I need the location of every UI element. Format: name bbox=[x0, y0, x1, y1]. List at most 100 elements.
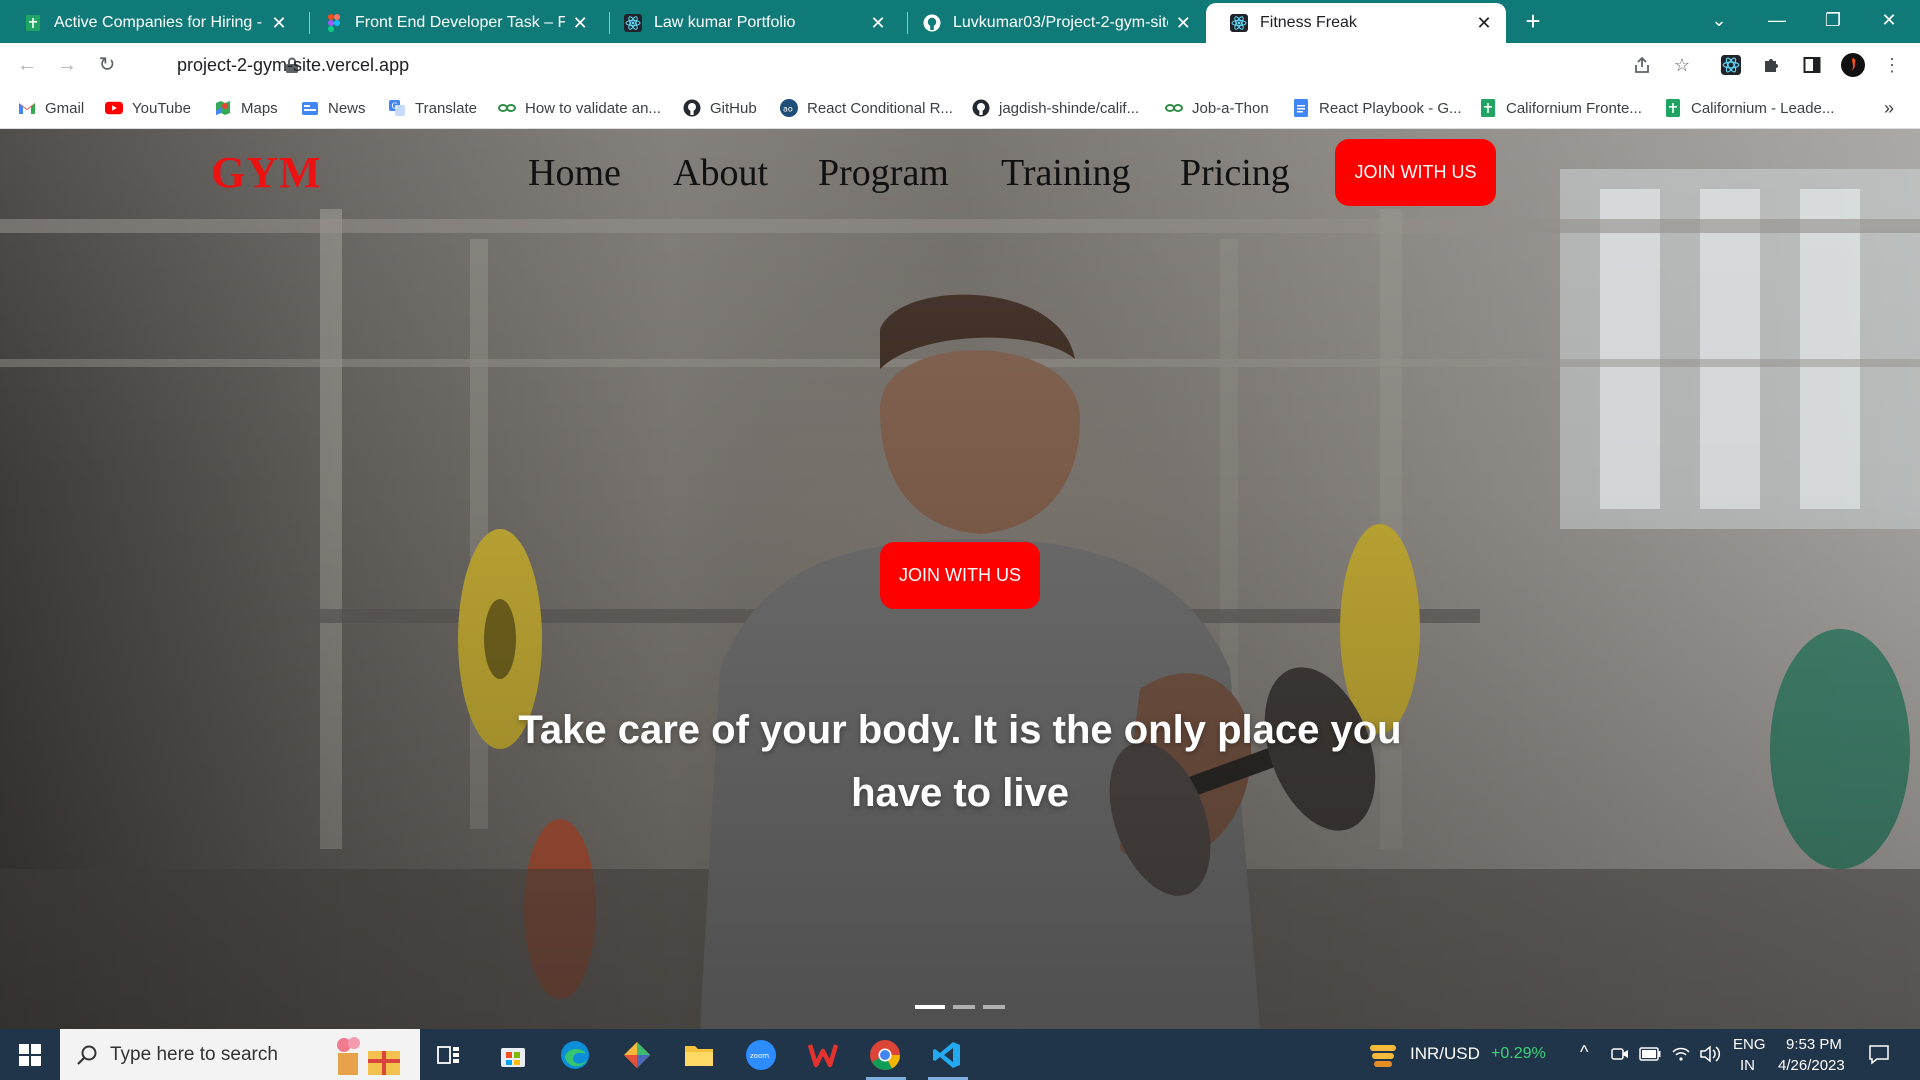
nav-link-training[interactable]: Training bbox=[1001, 151, 1131, 195]
bookmark-youtube[interactable]: YouTube bbox=[105, 97, 191, 119]
join-with-us-nav-button[interactable]: JOIN WITH US bbox=[1335, 139, 1496, 206]
clock-time[interactable]: 9:53 PM bbox=[1786, 1036, 1842, 1053]
tab-active-companies[interactable]: Active Companies for Hiring - Ca ✕ bbox=[0, 3, 300, 43]
side-panel-icon[interactable] bbox=[1800, 53, 1824, 77]
search-icon bbox=[77, 1045, 97, 1065]
hero-section: GYM Home About Program Training Pricing … bbox=[0, 129, 1920, 1029]
tab-search-icon[interactable]: ⌄ bbox=[1696, 0, 1742, 40]
react-devtools-icon[interactable] bbox=[1719, 53, 1743, 77]
share-icon[interactable] bbox=[1630, 53, 1654, 77]
chrome-menu-icon[interactable]: ⋮ bbox=[1880, 53, 1904, 77]
bookmark-jagdish-shinde[interactable]: jagdish-shinde/calif... bbox=[972, 97, 1139, 119]
edge-browser-icon[interactable] bbox=[557, 1037, 593, 1073]
news-icon bbox=[301, 99, 319, 117]
sheets-icon bbox=[1664, 99, 1682, 117]
chrome-icon[interactable] bbox=[867, 1037, 903, 1073]
bookmark-validate[interactable]: How to validate an... bbox=[498, 97, 661, 119]
link-icon bbox=[498, 99, 516, 117]
bookmark-github[interactable]: GitHub bbox=[683, 97, 757, 119]
restore-button[interactable]: ❐ bbox=[1810, 0, 1856, 40]
nav-link-program[interactable]: Program bbox=[818, 151, 949, 195]
bookmark-star-icon[interactable]: ☆ bbox=[1670, 53, 1694, 77]
carousel-dot-1[interactable] bbox=[915, 1005, 945, 1009]
windows-start-button[interactable] bbox=[0, 1029, 60, 1080]
back-button[interactable]: ← bbox=[13, 51, 41, 79]
gmail-icon bbox=[18, 99, 36, 117]
task-view-icon[interactable] bbox=[431, 1037, 467, 1073]
github-icon bbox=[923, 14, 941, 32]
battery-icon[interactable] bbox=[1639, 1047, 1661, 1061]
wifi-icon[interactable] bbox=[1671, 1044, 1691, 1064]
figma-icon bbox=[325, 14, 343, 32]
close-tab-icon[interactable]: ✕ bbox=[571, 13, 589, 34]
bookmark-news[interactable]: News bbox=[301, 97, 366, 119]
show-hidden-icons-chevron-icon[interactable]: ^ bbox=[1580, 1042, 1588, 1063]
carousel-dot-2[interactable] bbox=[953, 1005, 975, 1009]
bookmark-react-playbook[interactable]: React Playbook - G... bbox=[1292, 97, 1462, 119]
taskbar-search-box[interactable]: Type here to search bbox=[60, 1029, 420, 1080]
bookmark-californium-frontend[interactable]: Californium Fronte... bbox=[1479, 97, 1642, 119]
tab-law-kumar-portfolio[interactable]: Law kumar Portfolio ✕ bbox=[600, 3, 900, 43]
site-logo[interactable]: GYM bbox=[211, 147, 322, 198]
language-indicator-top[interactable]: ENG bbox=[1733, 1036, 1766, 1053]
sheets-icon bbox=[24, 14, 42, 32]
tab-strip: Active Companies for Hiring - Ca ✕ Front… bbox=[0, 0, 1920, 43]
svg-text:G: G bbox=[392, 102, 398, 111]
nav-link-home[interactable]: Home bbox=[528, 151, 621, 195]
taskbar-search-placeholder: Type here to search bbox=[110, 1043, 278, 1065]
git-app-icon[interactable] bbox=[619, 1037, 655, 1073]
tab-github-repo[interactable]: Luvkumar03/Project-2-gym-site ✕ bbox=[899, 3, 1205, 43]
close-tab-icon[interactable]: ✕ bbox=[1174, 13, 1193, 34]
zoom-icon[interactable]: zoom bbox=[743, 1037, 779, 1073]
notifications-icon[interactable] bbox=[1868, 1043, 1890, 1065]
browser-toolbar: ← → ↻ project-2-gym-site.vercel.app ☆ ⋮ bbox=[0, 43, 1920, 87]
tab-title: Luvkumar03/Project-2-gym-site bbox=[953, 14, 1168, 31]
ticker-label[interactable]: INR/USD bbox=[1410, 1044, 1480, 1064]
clock-date: 4/26/2023 bbox=[1778, 1057, 1845, 1074]
sheets-icon bbox=[1479, 99, 1497, 117]
bookmark-californium-leaderboard[interactable]: Californium - Leade... bbox=[1664, 97, 1834, 119]
new-tab-button[interactable]: + bbox=[1519, 6, 1547, 36]
github-icon bbox=[972, 99, 990, 117]
tab-figma-task[interactable]: Front End Developer Task – Figm ✕ bbox=[301, 3, 601, 43]
close-tab-icon[interactable]: ✕ bbox=[1474, 13, 1494, 34]
tab-title: Active Companies for Hiring - Ca bbox=[54, 14, 264, 31]
svg-text:ao: ao bbox=[783, 105, 793, 114]
tab-fitness-freak[interactable]: Fitness Freak ✕ bbox=[1206, 3, 1506, 43]
ticker-change: +0.29% bbox=[1491, 1045, 1546, 1062]
omnibox[interactable]: project-2-gym-site.vercel.app bbox=[136, 43, 1696, 87]
bookmark-job-a-thon[interactable]: Job-a-Thon bbox=[1165, 97, 1269, 119]
nav-link-about[interactable]: About bbox=[673, 151, 768, 195]
profile-avatar[interactable] bbox=[1841, 53, 1865, 77]
close-tab-icon[interactable]: ✕ bbox=[270, 13, 288, 34]
bookmark-maps[interactable]: Maps bbox=[214, 97, 278, 119]
stocks-widget-icon[interactable] bbox=[1368, 1041, 1398, 1069]
forward-button[interactable]: → bbox=[53, 51, 81, 79]
link-icon bbox=[1165, 99, 1183, 117]
reload-button[interactable]: ↻ bbox=[93, 51, 121, 79]
close-window-button[interactable]: ✕ bbox=[1866, 0, 1912, 40]
meet-now-icon[interactable] bbox=[1611, 1045, 1629, 1063]
wps-office-icon[interactable] bbox=[805, 1037, 841, 1073]
close-tab-icon[interactable]: ✕ bbox=[868, 13, 888, 34]
tab-title: Fitness Freak bbox=[1260, 14, 1357, 31]
file-explorer-icon[interactable] bbox=[681, 1037, 717, 1073]
bookmark-gmail[interactable]: Gmail bbox=[18, 97, 84, 119]
bookmark-react-conditional[interactable]: ao React Conditional R... bbox=[780, 97, 953, 119]
volume-icon[interactable] bbox=[1699, 1044, 1721, 1064]
more-bookmarks-button[interactable]: » bbox=[1884, 97, 1894, 119]
nav-link-pricing[interactable]: Pricing bbox=[1180, 151, 1290, 195]
svg-text:zoom: zoom bbox=[750, 1052, 769, 1060]
bookmark-translate[interactable]: G Translate bbox=[388, 97, 477, 119]
vscode-icon[interactable] bbox=[929, 1037, 965, 1073]
youtube-icon bbox=[105, 99, 123, 117]
extensions-puzzle-icon[interactable] bbox=[1760, 53, 1784, 77]
join-with-us-hero-button[interactable]: JOIN WITH US bbox=[880, 542, 1040, 609]
react-icon bbox=[624, 14, 642, 32]
windows-taskbar: Type here to search zoom INR/USD +0.29% … bbox=[0, 1029, 1920, 1080]
carousel-dot-3[interactable] bbox=[983, 1005, 1005, 1009]
microsoft-store-icon[interactable] bbox=[495, 1037, 531, 1073]
windows-logo-icon bbox=[19, 1043, 41, 1066]
minimize-button[interactable]: — bbox=[1754, 0, 1800, 40]
react-icon: ao bbox=[780, 99, 798, 117]
